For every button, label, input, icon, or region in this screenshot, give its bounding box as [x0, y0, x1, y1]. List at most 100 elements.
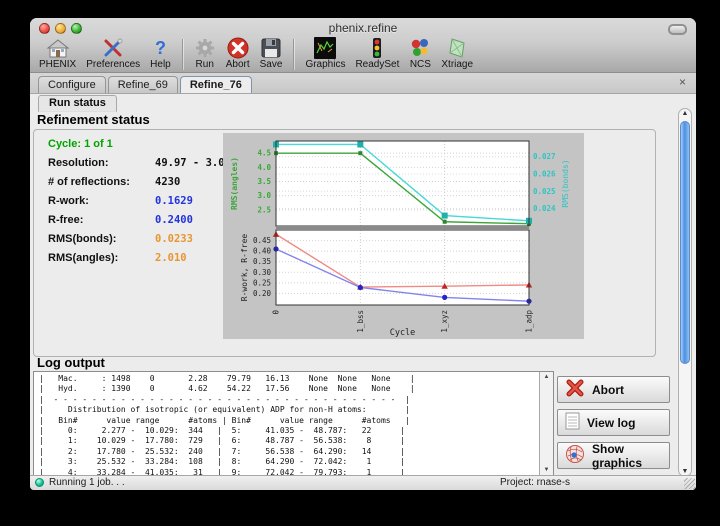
stat-label-reflections: # of reflections:	[48, 176, 130, 188]
svg-text:RMS(bonds): RMS(bonds)	[561, 159, 570, 207]
main-scrollbar-thumb[interactable]	[680, 121, 690, 364]
main-scrollbar[interactable]: ▲ ▼	[678, 108, 692, 477]
svg-text:0: 0	[272, 310, 281, 315]
view-log-document-icon	[565, 412, 580, 433]
window-chrome: phenix.refine PHENIX Preferences ? Help	[30, 18, 696, 73]
show-graphics-button-label: Show graphics	[592, 442, 669, 470]
scroll-up-icon[interactable]: ▲	[679, 110, 691, 117]
svg-text:0.45: 0.45	[253, 236, 271, 245]
phenix-refine-window: phenix.refine PHENIX Preferences ? Help	[30, 18, 696, 490]
toolbar-item-help[interactable]: ? Help	[145, 36, 176, 72]
svg-text:0.25: 0.25	[253, 278, 271, 287]
svg-text:0.40: 0.40	[253, 247, 272, 256]
show-graphics-button[interactable]: Show graphics	[557, 442, 670, 469]
status-bar: Running 1 job. . . Project: rnase-s	[30, 475, 696, 490]
toolbar-item-run[interactable]: Run	[189, 36, 221, 72]
scroll-up-icon[interactable]: ▲	[540, 374, 553, 380]
svg-text:0.024: 0.024	[533, 204, 556, 213]
tab-configure[interactable]: Configure	[38, 76, 106, 93]
toolbar-separator	[182, 39, 183, 70]
toolbar-item-graphics[interactable]: Graphics	[300, 36, 350, 72]
help-icon: ?	[155, 36, 166, 59]
svg-text:0.026: 0.026	[533, 169, 556, 178]
scroll-down-icon[interactable]: ▼	[679, 468, 691, 475]
svg-text:0.20: 0.20	[253, 289, 272, 298]
log-scrollbar[interactable]: ▲ ▼	[539, 372, 553, 475]
stat-label-r-free: R-free:	[48, 214, 83, 226]
toolbar-item-label: ReadySet	[355, 59, 399, 70]
cycle-label: Cycle: 1 of 1	[48, 138, 113, 150]
toolbar-item-label: Help	[150, 59, 171, 70]
abort-icon	[227, 36, 249, 59]
toolbar-item-readyset[interactable]: ReadySet	[350, 36, 404, 72]
stat-value-resolution: 49.97 - 3.00	[155, 157, 231, 169]
stat-value-r-free: 0.2400	[155, 214, 193, 226]
toolbar-item-label: Abort	[226, 59, 250, 70]
refinement-status-heading: Refinement status	[37, 112, 150, 127]
toolbar-item-preferences[interactable]: Preferences	[81, 36, 145, 72]
tab-close-icon[interactable]: ×	[679, 76, 686, 88]
show-graphics-mesh-icon	[565, 444, 585, 467]
svg-text:R-work, R-free: R-work, R-free	[240, 234, 249, 302]
toolbar-item-label: Graphics	[305, 59, 345, 70]
stat-value-rms-angles: 2.010	[155, 252, 187, 264]
log-output-heading: Log output	[37, 355, 105, 370]
toolbar-item-label: NCS	[410, 59, 431, 70]
refinement-chart: 2.53.03.54.04.50.0240.0250.0260.027RMS(a…	[223, 133, 584, 339]
toolbar-item-ncs[interactable]: NCS	[404, 36, 436, 72]
stat-value-rms-bonds: 0.0233	[155, 233, 193, 245]
svg-text:RMS(angles): RMS(angles)	[230, 157, 239, 210]
svg-text:4.5: 4.5	[257, 149, 271, 158]
view-log-button[interactable]: View log	[557, 409, 670, 436]
preferences-tools-icon	[102, 36, 124, 59]
abort-button[interactable]: Abort	[557, 376, 670, 403]
toolbar-item-label: Xtriage	[441, 59, 473, 70]
window-title: phenix.refine	[30, 21, 696, 35]
svg-text:1_bss: 1_bss	[356, 310, 365, 333]
toolbar: PHENIX Preferences ? Help Run	[34, 37, 478, 72]
project-label: Project: rnase-s	[500, 477, 570, 488]
stat-label-rms-angles: RMS(angles):	[48, 252, 118, 264]
refinement-status-panel: Cycle: 1 of 1 Resolution: 49.97 - 3.00 #…	[33, 129, 656, 357]
running-status-text: Running 1 job. . .	[49, 477, 125, 488]
xtriage-crystal-icon	[446, 36, 468, 59]
svg-text:3.5: 3.5	[257, 177, 271, 186]
svg-text:0.30: 0.30	[253, 268, 272, 277]
toolbar-item-abort[interactable]: Abort	[221, 36, 255, 72]
stat-label-rms-bonds: RMS(bonds):	[48, 233, 116, 245]
toolbar-item-phenix[interactable]: PHENIX	[34, 36, 81, 72]
svg-text:0.35: 0.35	[253, 257, 271, 266]
toolbar-separator	[293, 39, 294, 70]
scroll-down-icon[interactable]: ▼	[540, 467, 553, 473]
stat-value-reflections: 4230	[155, 176, 180, 188]
toolbar-item-xtriage[interactable]: Xtriage	[436, 36, 478, 72]
readyset-traffic-light-icon	[366, 36, 388, 59]
log-output-box[interactable]: | Mac. : 1498 0 2.28 79.79 16.13 None No…	[33, 371, 554, 476]
svg-text:Cycle: Cycle	[390, 328, 416, 338]
tab-run-status[interactable]: Run status	[38, 95, 117, 112]
svg-text:0.025: 0.025	[533, 187, 556, 196]
toolbar-item-label: PHENIX	[39, 59, 76, 70]
svg-text:1_xyz: 1_xyz	[440, 310, 449, 333]
stat-label-r-work: R-work:	[48, 195, 89, 207]
tab-refine-76[interactable]: Refine_76	[180, 76, 252, 93]
svg-text:4.0: 4.0	[257, 163, 271, 172]
resize-grip[interactable]	[684, 478, 695, 489]
save-floppy-icon	[260, 36, 282, 59]
ncs-molecules-icon	[409, 36, 431, 59]
toolbar-item-save[interactable]: Save	[255, 36, 288, 72]
abort-button-label: Abort	[592, 383, 624, 397]
tab-refine-69[interactable]: Refine_69	[108, 76, 178, 93]
stat-label-resolution: Resolution:	[48, 157, 109, 169]
toolbar-item-label: Preferences	[86, 59, 140, 70]
toolbar-item-label: Run	[196, 59, 214, 70]
running-status-icon	[35, 478, 44, 487]
svg-text:3.0: 3.0	[257, 191, 271, 200]
run-gear-icon	[194, 36, 216, 59]
toolbar-toggle-button[interactable]	[668, 24, 687, 35]
stat-value-r-work: 0.1629	[155, 195, 193, 207]
svg-text:0.027: 0.027	[533, 152, 556, 161]
log-text: | Mac. : 1498 0 2.28 79.79 16.13 None No…	[34, 372, 553, 475]
svg-text:1_adp: 1_adp	[525, 310, 534, 333]
toolbar-item-label: Save	[260, 59, 283, 70]
